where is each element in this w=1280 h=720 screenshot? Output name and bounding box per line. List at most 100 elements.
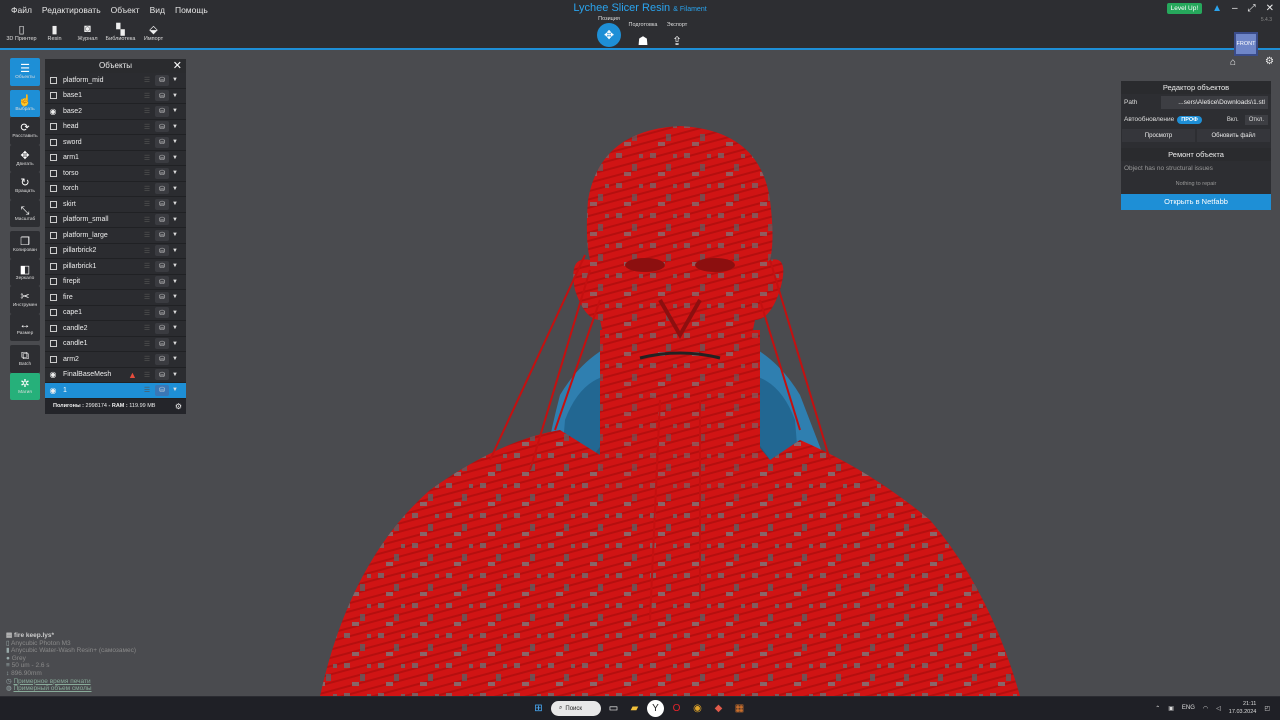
- object-row[interactable]: ◉ base2 ☰ ⛁ ▼: [45, 104, 186, 120]
- object-database-icon[interactable]: ⛁: [155, 105, 169, 117]
- select-tool-button[interactable]: ☝ Выбрать: [10, 89, 40, 117]
- close-icon[interactable]: ✕: [173, 59, 182, 73]
- lychee-app-icon[interactable]: ◆: [710, 700, 727, 717]
- chevron-down-icon[interactable]: ▼: [169, 294, 181, 300]
- visibility-checkbox[interactable]: [46, 151, 60, 165]
- chevron-down-icon[interactable]: ▼: [169, 124, 181, 130]
- stats-settings-icon[interactable]: ⚙: [175, 399, 182, 414]
- language-indicator[interactable]: ENG: [1182, 705, 1195, 711]
- yandex-browser-icon[interactable]: Y: [647, 700, 664, 717]
- object-database-icon[interactable]: ⛁: [155, 214, 169, 226]
- drag-handle-icon[interactable]: ☰: [141, 293, 153, 301]
- autoupdate-off-option[interactable]: Откл.: [1244, 114, 1268, 125]
- drag-handle-icon[interactable]: ☰: [141, 92, 153, 100]
- drag-handle-icon[interactable]: ☰: [141, 309, 153, 317]
- taskbar-search[interactable]: ⌕ Поиск: [551, 701, 601, 716]
- app-grid-icon[interactable]: ▦: [731, 700, 748, 717]
- path-field[interactable]: ...sers\Aletice\Downloads\1.stl: [1161, 96, 1268, 109]
- object-row[interactable]: platform_mid ☰ ⛁ ▼: [45, 73, 186, 89]
- visibility-checkbox[interactable]: [46, 73, 60, 87]
- magic-tool-button[interactable]: ✲ Магия: [10, 372, 40, 400]
- object-database-icon[interactable]: ⛁: [155, 260, 169, 272]
- object-row[interactable]: fire ☰ ⛁ ▼: [45, 290, 186, 306]
- arrange-tool-button[interactable]: ⟳ Расставить: [10, 117, 40, 145]
- move-tool-button[interactable]: ✥ Двигать: [10, 144, 40, 172]
- batch-tool-button[interactable]: ⧉ Batch: [10, 345, 40, 373]
- drag-handle-icon[interactable]: ☰: [141, 76, 153, 84]
- chevron-down-icon[interactable]: ▼: [169, 263, 181, 269]
- object-database-icon[interactable]: ⛁: [155, 276, 169, 288]
- drag-handle-icon[interactable]: ☰: [141, 371, 153, 379]
- drag-handle-icon[interactable]: ☰: [141, 200, 153, 208]
- chevron-down-icon[interactable]: ▼: [169, 387, 181, 393]
- visibility-eye-icon[interactable]: ◉: [46, 383, 60, 397]
- visibility-checkbox[interactable]: [46, 182, 60, 196]
- drag-handle-icon[interactable]: ☰: [141, 185, 153, 193]
- chevron-down-icon[interactable]: ▼: [169, 201, 181, 207]
- object-row[interactable]: firepit ☰ ⛁ ▼: [45, 274, 186, 290]
- printer-button[interactable]: ▯ 3D Принтер: [6, 22, 37, 43]
- object-row[interactable]: candle1 ☰ ⛁ ▼: [45, 336, 186, 352]
- visibility-eye-icon[interactable]: ◉: [46, 368, 60, 382]
- chrome-icon[interactable]: ◉: [689, 700, 706, 717]
- drag-handle-icon[interactable]: ☰: [141, 278, 153, 286]
- object-row[interactable]: sword ☰ ⛁ ▼: [45, 135, 186, 151]
- object-row[interactable]: arm1 ☰ ⛁ ▼: [45, 150, 186, 166]
- drag-handle-icon[interactable]: ☰: [141, 262, 153, 270]
- object-database-icon[interactable]: ⛁: [155, 384, 169, 396]
- object-row[interactable]: base1 ☰ ⛁ ▼: [45, 88, 186, 104]
- size-tool-button[interactable]: ↔ Размер: [10, 313, 40, 341]
- chevron-down-icon[interactable]: ▼: [169, 279, 181, 285]
- chevron-down-icon[interactable]: ▼: [169, 232, 181, 238]
- object-database-icon[interactable]: ⛁: [155, 322, 169, 334]
- object-row[interactable]: pillarbrick2 ☰ ⛁ ▼: [45, 243, 186, 259]
- chevron-down-icon[interactable]: ▼: [169, 310, 181, 316]
- visibility-checkbox[interactable]: [46, 337, 60, 351]
- resin-button[interactable]: ▮ Resin: [39, 22, 70, 43]
- tools-tool-button[interactable]: ✂ Инструмен: [10, 286, 40, 314]
- object-database-icon[interactable]: ⛁: [155, 136, 169, 148]
- object-database-icon[interactable]: ⛁: [155, 369, 169, 381]
- maximize-icon[interactable]: ⤢: [1248, 3, 1256, 14]
- visibility-eye-icon[interactable]: ◉: [46, 104, 60, 118]
- object-database-icon[interactable]: ⛁: [155, 198, 169, 210]
- update-file-button[interactable]: Обновить файл: [1197, 129, 1270, 142]
- object-database-icon[interactable]: ⛁: [155, 167, 169, 179]
- visibility-checkbox[interactable]: [46, 135, 60, 149]
- task-view-icon[interactable]: ▭: [605, 700, 622, 717]
- object-database-icon[interactable]: ⛁: [155, 338, 169, 350]
- object-database-icon[interactable]: ⛁: [155, 291, 169, 303]
- chevron-down-icon[interactable]: ▼: [169, 139, 181, 145]
- drag-handle-icon[interactable]: ☰: [141, 340, 153, 348]
- tab-export[interactable]: Экспорт ⇪: [662, 22, 692, 53]
- object-database-icon[interactable]: ⛁: [155, 353, 169, 365]
- visibility-checkbox[interactable]: [46, 290, 60, 304]
- chevron-down-icon[interactable]: ▼: [169, 108, 181, 114]
- chevron-down-icon[interactable]: ▼: [169, 170, 181, 176]
- wifi-icon[interactable]: ◠: [1203, 705, 1208, 712]
- object-row[interactable]: torch ☰ ⛁ ▼: [45, 181, 186, 197]
- object-row[interactable]: pillarbrick1 ☰ ⛁ ▼: [45, 259, 186, 275]
- import-button[interactable]: ⬙ Импорт: [138, 22, 169, 43]
- visibility-checkbox[interactable]: [46, 213, 60, 227]
- chevron-down-icon[interactable]: ▼: [169, 325, 181, 331]
- visibility-checkbox[interactable]: [46, 259, 60, 273]
- preview-button[interactable]: Просмотр: [1122, 129, 1195, 142]
- visibility-checkbox[interactable]: [46, 275, 60, 289]
- visibility-checkbox[interactable]: [46, 120, 60, 134]
- drag-handle-icon[interactable]: ☰: [141, 247, 153, 255]
- object-database-icon[interactable]: ⛁: [155, 152, 169, 164]
- drag-handle-icon[interactable]: ☰: [141, 231, 153, 239]
- copy-tool-button[interactable]: ❐ Копирован: [10, 231, 40, 259]
- 3d-viewport[interactable]: [0, 52, 1280, 696]
- object-row[interactable]: cape1 ☰ ⛁ ▼: [45, 305, 186, 321]
- tray-overflow-icon[interactable]: ⌃: [1155, 705, 1160, 712]
- rotate-tool-button[interactable]: ↻ Вращать: [10, 172, 40, 200]
- drag-handle-icon[interactable]: ☰: [141, 138, 153, 146]
- chevron-down-icon[interactable]: ▼: [169, 186, 181, 192]
- object-database-icon[interactable]: ⛁: [155, 245, 169, 257]
- object-row[interactable]: head ☰ ⛁ ▼: [45, 119, 186, 135]
- object-row[interactable]: arm2 ☰ ⛁ ▼: [45, 352, 186, 368]
- tray-app-icon[interactable]: ▣: [1168, 705, 1174, 712]
- object-database-icon[interactable]: ⛁: [155, 307, 169, 319]
